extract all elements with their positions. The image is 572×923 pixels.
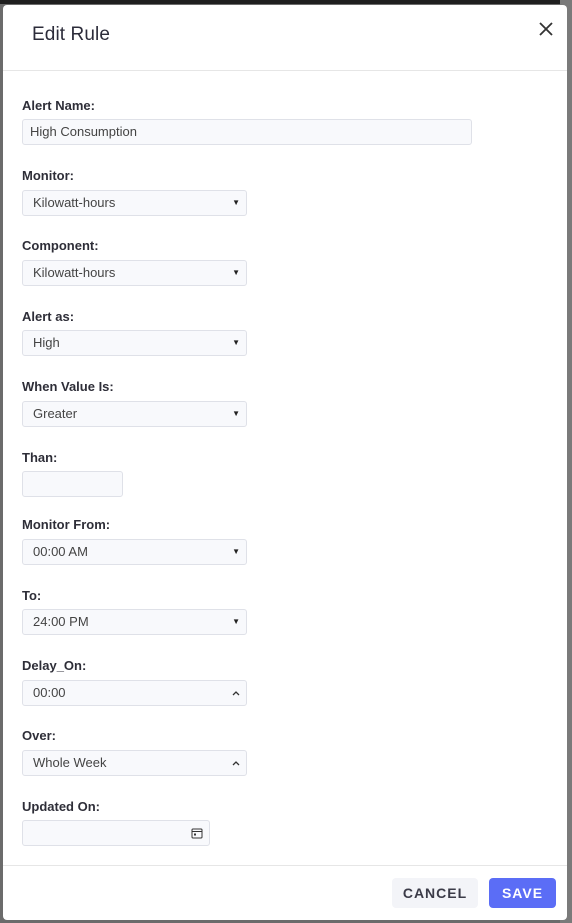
caret-down-icon: ▼ xyxy=(232,198,240,207)
chevron-up-icon xyxy=(232,691,240,696)
alert-name-input[interactable]: High Consumption xyxy=(22,119,472,145)
to-value: 24:00 PM xyxy=(33,614,89,629)
over-label: Over: xyxy=(22,728,56,743)
alert-name-label: Alert Name: xyxy=(22,98,95,113)
close-button[interactable] xyxy=(535,19,557,41)
when-value-is-field: When Value Is: xyxy=(22,379,114,394)
dialog-footer-divider xyxy=(3,865,567,866)
monitor-from-value: 00:00 AM xyxy=(33,544,88,559)
when-value-is-value: Greater xyxy=(33,406,78,421)
close-icon xyxy=(539,21,553,36)
delay-on-value: 00:00 xyxy=(33,685,66,700)
delay-on-select[interactable]: 00:00 xyxy=(22,680,247,706)
component-field: Component: xyxy=(22,238,99,253)
alert-as-select[interactable]: High ▼ xyxy=(22,330,247,356)
monitor-from-field: Monitor From: xyxy=(22,517,110,532)
monitor-from-label: Monitor From: xyxy=(22,517,111,532)
component-label: Component: xyxy=(22,238,99,253)
when-value-is-label: When Value Is: xyxy=(22,379,114,394)
to-select[interactable]: 24:00 PM ▼ xyxy=(22,609,247,635)
edit-rule-dialog: Edit Rule Alert Name: High Consumption M… xyxy=(3,5,567,920)
alert-as-value: High xyxy=(33,335,60,350)
monitor-select[interactable]: Kilowatt-hours ▼ xyxy=(22,190,247,216)
delay-on-field: Delay_On: xyxy=(22,658,86,673)
monitor-value: Kilowatt-hours xyxy=(33,195,116,210)
caret-down-icon: ▼ xyxy=(232,268,240,277)
when-value-is-select[interactable]: Greater ▼ xyxy=(22,401,247,427)
monitor-field: Monitor: xyxy=(22,168,74,183)
dialog-title: Edit Rule xyxy=(32,24,110,45)
updated-on-date-input[interactable] xyxy=(22,820,210,846)
to-field: To: xyxy=(22,588,41,603)
caret-down-icon: ▼ xyxy=(232,617,240,626)
caret-down-icon: ▼ xyxy=(232,409,240,418)
component-select[interactable]: Kilowatt-hours ▼ xyxy=(22,260,247,286)
alert-as-label: Alert as: xyxy=(22,309,75,324)
dialog-header: Edit Rule xyxy=(3,5,567,71)
monitor-label: Monitor: xyxy=(22,168,74,183)
calendar-icon[interactable] xyxy=(191,827,203,839)
alert-name-field: Alert Name: xyxy=(22,98,95,113)
monitor-from-select[interactable]: 00:00 AM ▼ xyxy=(22,539,247,565)
over-field: Over: xyxy=(22,728,56,743)
over-select[interactable]: Whole Week xyxy=(22,750,247,776)
cancel-button[interactable]: CANCEL xyxy=(392,878,478,908)
caret-down-icon: ▼ xyxy=(232,547,240,556)
updated-on-label: Updated On: xyxy=(22,799,100,814)
chevron-up-icon xyxy=(232,761,240,766)
than-label: Than: xyxy=(22,450,58,465)
component-value: Kilowatt-hours xyxy=(33,265,116,280)
save-button[interactable]: SAVE xyxy=(489,878,556,908)
updated-on-field: Updated On: xyxy=(22,799,100,814)
app-topbar xyxy=(0,0,572,4)
over-value: Whole Week xyxy=(33,755,107,770)
than-input[interactable] xyxy=(22,471,123,497)
to-label: To: xyxy=(22,588,42,603)
alert-as-field: Alert as: xyxy=(22,309,74,324)
delay-on-label: Delay_On: xyxy=(22,658,87,673)
caret-down-icon: ▼ xyxy=(232,338,240,347)
than-field: Than: xyxy=(22,450,57,465)
